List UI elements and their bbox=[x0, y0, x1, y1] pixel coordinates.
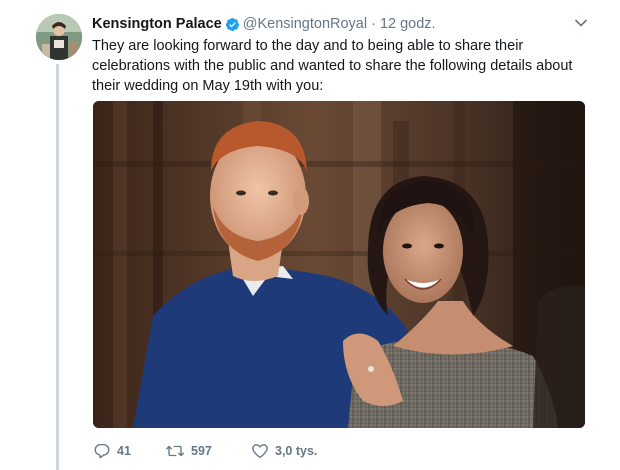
author-handle[interactable]: @KensingtonRoyal bbox=[243, 16, 367, 32]
reply-button[interactable]: 41 bbox=[93, 442, 165, 460]
chevron-down-icon[interactable] bbox=[574, 16, 588, 30]
header-separator: · bbox=[371, 16, 376, 32]
thread-line bbox=[56, 64, 59, 470]
retweet-button[interactable]: 597 bbox=[165, 442, 251, 460]
heart-icon bbox=[252, 444, 268, 459]
like-count: 3,0 tys. bbox=[275, 444, 318, 458]
tweet-photo[interactable] bbox=[93, 101, 585, 428]
reply-count: 41 bbox=[117, 444, 131, 458]
tweet-container: Kensington Palace @KensingtonRoyal · 12 … bbox=[0, 0, 620, 470]
like-button[interactable]: 3,0 tys. bbox=[251, 442, 331, 460]
author-avatar[interactable] bbox=[36, 14, 82, 60]
tweet-timestamp[interactable]: 12 godz. bbox=[380, 16, 436, 32]
tweet-text: They are looking forward to the day and … bbox=[92, 38, 573, 94]
tweet-actions: 41 597 3,0 tys. bbox=[93, 440, 331, 462]
reply-icon bbox=[94, 443, 110, 459]
avatar-photo-icon bbox=[36, 14, 82, 60]
author-name[interactable]: Kensington Palace bbox=[92, 16, 222, 32]
tweet-header: Kensington Palace @KensingtonRoyal · 12 … bbox=[92, 14, 590, 34]
photo-couple-icon bbox=[93, 101, 585, 428]
verified-badge-icon bbox=[225, 17, 239, 31]
retweet-icon bbox=[166, 445, 184, 457]
retweet-count: 597 bbox=[191, 444, 212, 458]
